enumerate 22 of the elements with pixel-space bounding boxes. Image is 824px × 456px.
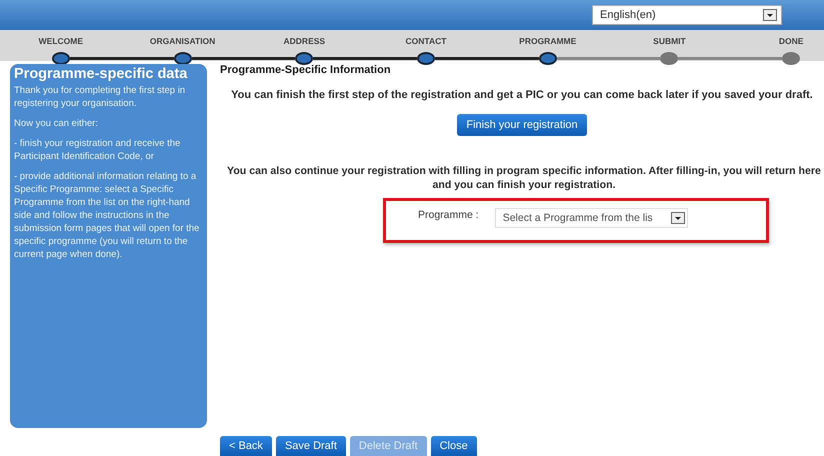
- step-label: ORGANISATION: [150, 36, 216, 46]
- language-select[interactable]: English(en): [592, 5, 782, 25]
- sidebar-text: - finish your registration and receive the Participant Identification Code, or: [14, 137, 182, 163]
- intro-text: You can finish the first step of the registration and get a PIC or you can come back later if you saved your draft.: [230, 88, 814, 102]
- step-label: CONTACT: [406, 36, 446, 46]
- continue-text: You can also continue your registration with filling in program specific information. After filling-in, you will return here and you can finish your registration.: [226, 164, 822, 192]
- sidebar-text: - provide additional information relating to a Specific Programme: select a Specific Programme from the list on the right-hand side and follow the instructions in the submission form pages that will open for the specific programme (you will return to the current page when done).: [14, 170, 200, 261]
- section-heading: Programme-Specific Information: [220, 64, 392, 76]
- action-button[interactable]: < Back: [220, 436, 272, 456]
- step-label: DONE: [778, 36, 804, 46]
- step-label: WELCOME: [38, 36, 84, 46]
- step-label: SUBMIT: [653, 36, 686, 46]
- sidebar-title: Programme-specific data: [14, 66, 188, 82]
- sidebar-text: Now you can either:: [14, 117, 99, 130]
- finish-registration-button[interactable]: Finish your registration: [457, 114, 587, 136]
- sidebar-text: Thank you for completing the first step in registering your organisation.: [14, 84, 186, 110]
- step-label: ADDRESS: [284, 36, 326, 46]
- programme-select[interactable]: Select a Programme from the lis: [494, 208, 688, 228]
- action-button[interactable]: Close: [430, 436, 477, 456]
- action-button[interactable]: Save Draft: [276, 436, 346, 456]
- programme-label: Programme :: [418, 209, 479, 221]
- step-label: PROGRAMME: [519, 36, 576, 46]
